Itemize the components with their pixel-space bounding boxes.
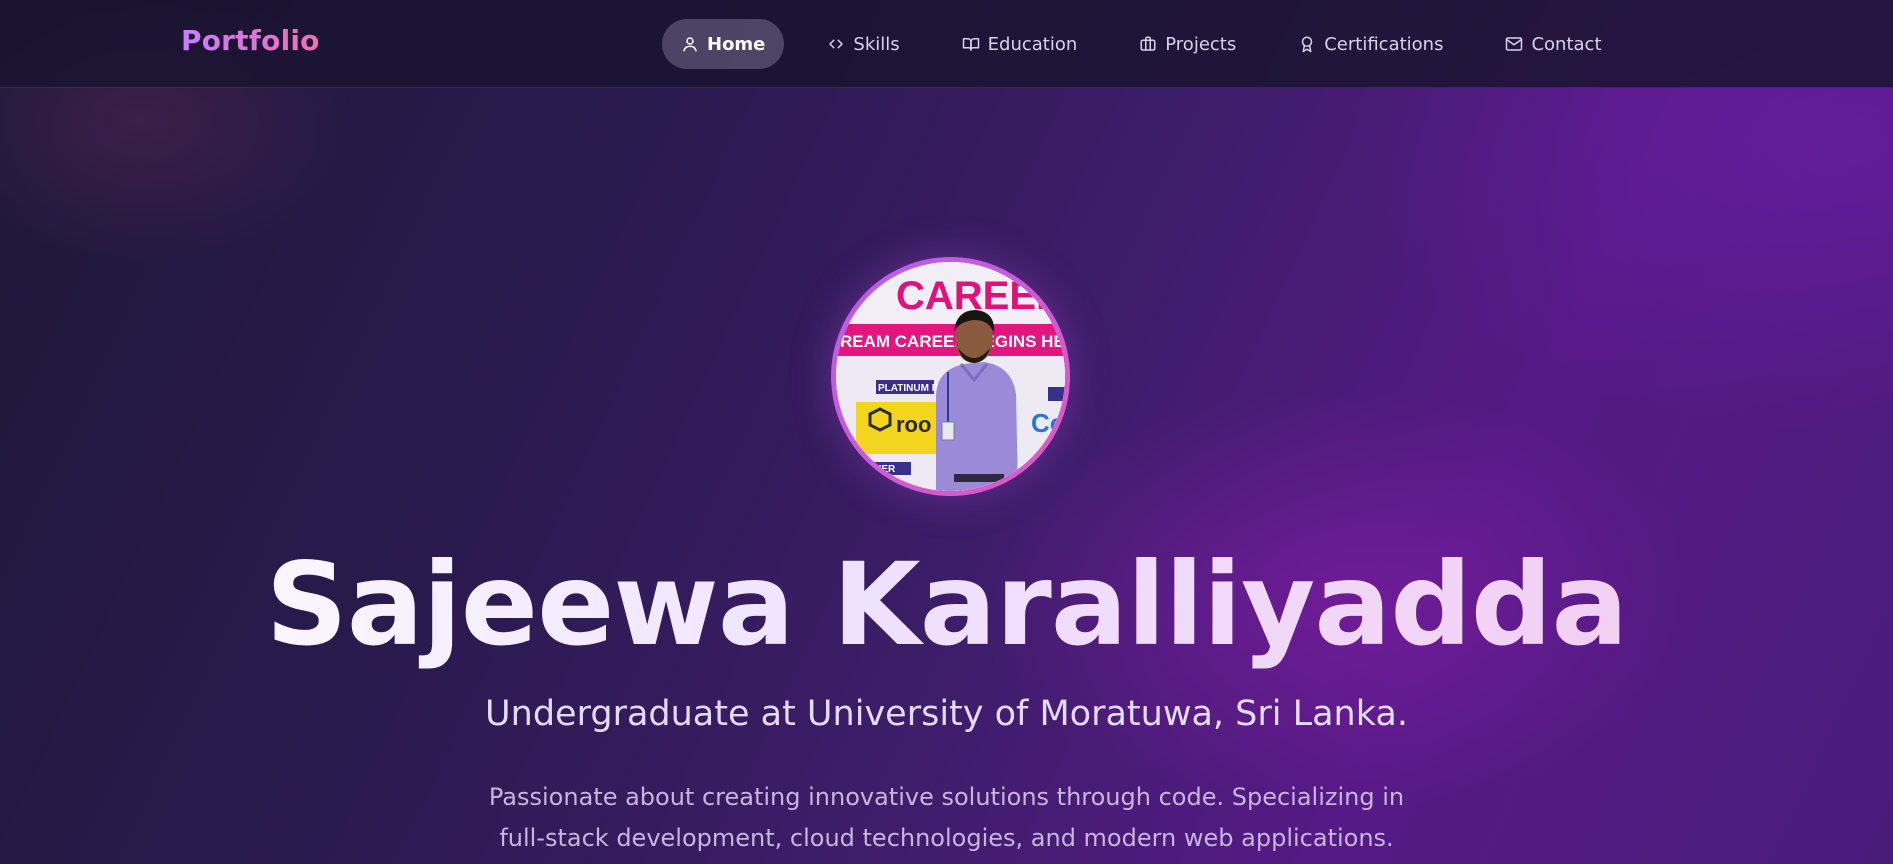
partner-text: TNER xyxy=(868,464,896,475)
nav-links: Home Skills Education Projects Certifica… xyxy=(662,19,1621,69)
profile-photo-frame: CAREERS REAM CAREER BEGINS HE PLATINUM P… xyxy=(831,257,1070,496)
badge-text: PLATINUM P xyxy=(878,383,939,394)
nav-item-label: Education xyxy=(987,33,1078,55)
nav-item-contact[interactable]: Contact xyxy=(1486,19,1620,69)
nav-item-label: Certifications xyxy=(1324,33,1444,55)
nav-item-certifications[interactable]: Certifications xyxy=(1279,19,1462,69)
banner-strip-text: REAM CAREER BEGINS HE xyxy=(840,332,1065,351)
top-navbar: Portfolio Home Skills Education Projects… xyxy=(0,0,1893,88)
book-icon xyxy=(962,35,980,53)
hero-name: Sajeewa Karalliyadda xyxy=(0,540,1893,670)
code-icon xyxy=(827,35,845,53)
nav-item-home[interactable]: Home xyxy=(662,19,785,69)
profile-photo: CAREERS REAM CAREER BEGINS HE PLATINUM P… xyxy=(836,262,1065,491)
nav-item-label: Contact xyxy=(1531,33,1602,55)
mail-icon xyxy=(1505,35,1523,53)
briefcase-icon xyxy=(1139,35,1157,53)
nav-item-skills[interactable]: Skills xyxy=(808,19,918,69)
hero-description: Passionate about creating innovative sol… xyxy=(488,783,1405,852)
nav-item-label: Home xyxy=(707,33,766,55)
hero-subtitle: Undergraduate at University of Moratuwa,… xyxy=(485,694,1408,734)
nav-item-label: Skills xyxy=(853,33,900,55)
sponsor-text: roo xyxy=(896,412,931,437)
logo-link[interactable]: Portfolio xyxy=(181,24,320,57)
user-icon xyxy=(681,35,699,53)
nav-item-education[interactable]: Education xyxy=(943,19,1097,69)
sponsor-right-text: Co xyxy=(1031,408,1065,438)
award-icon xyxy=(1298,35,1316,53)
nav-item-label: Projects xyxy=(1165,33,1237,55)
nav-item-projects[interactable]: Projects xyxy=(1120,19,1255,69)
